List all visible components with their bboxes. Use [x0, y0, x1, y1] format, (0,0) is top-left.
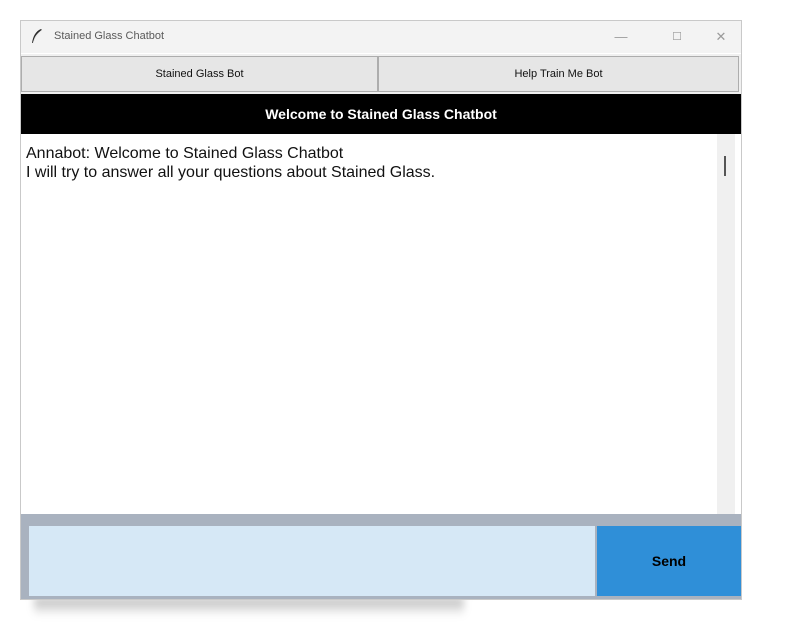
title-bar: Stained Glass Chatbot — ☐ ✕: [21, 21, 741, 53]
chat-line: I will try to answer all your questions …: [26, 164, 436, 181]
window-shadow: [34, 598, 464, 616]
chat-log[interactable]: Annabot: Welcome to Stained Glass Chatbo…: [21, 134, 717, 514]
tab-help-train-me-bot[interactable]: Help Train Me Bot: [378, 56, 739, 92]
input-footer: Send: [21, 514, 741, 599]
tab-stained-glass-bot[interactable]: Stained Glass Bot: [21, 56, 378, 92]
send-button[interactable]: Send: [597, 526, 741, 596]
maximize-button[interactable]: ☐: [665, 27, 689, 47]
minimize-button[interactable]: —: [609, 27, 633, 47]
message-input[interactable]: [29, 526, 595, 596]
tab-bar: Stained Glass Bot Help Train Me Bot: [21, 54, 741, 94]
header-banner: Welcome to Stained Glass Chatbot: [21, 94, 741, 134]
app-window: Stained Glass Chatbot — ☐ ✕ Stained Glas…: [20, 20, 742, 600]
window-title: Stained Glass Chatbot: [54, 30, 165, 42]
chat-line: Annabot: Welcome to Stained Glass Chatbo…: [26, 145, 344, 162]
close-button[interactable]: ✕: [709, 27, 733, 47]
feather-icon: [32, 29, 43, 44]
chat-scrollbar[interactable]: [717, 134, 735, 514]
scrollbar-thumb[interactable]: [724, 156, 726, 176]
